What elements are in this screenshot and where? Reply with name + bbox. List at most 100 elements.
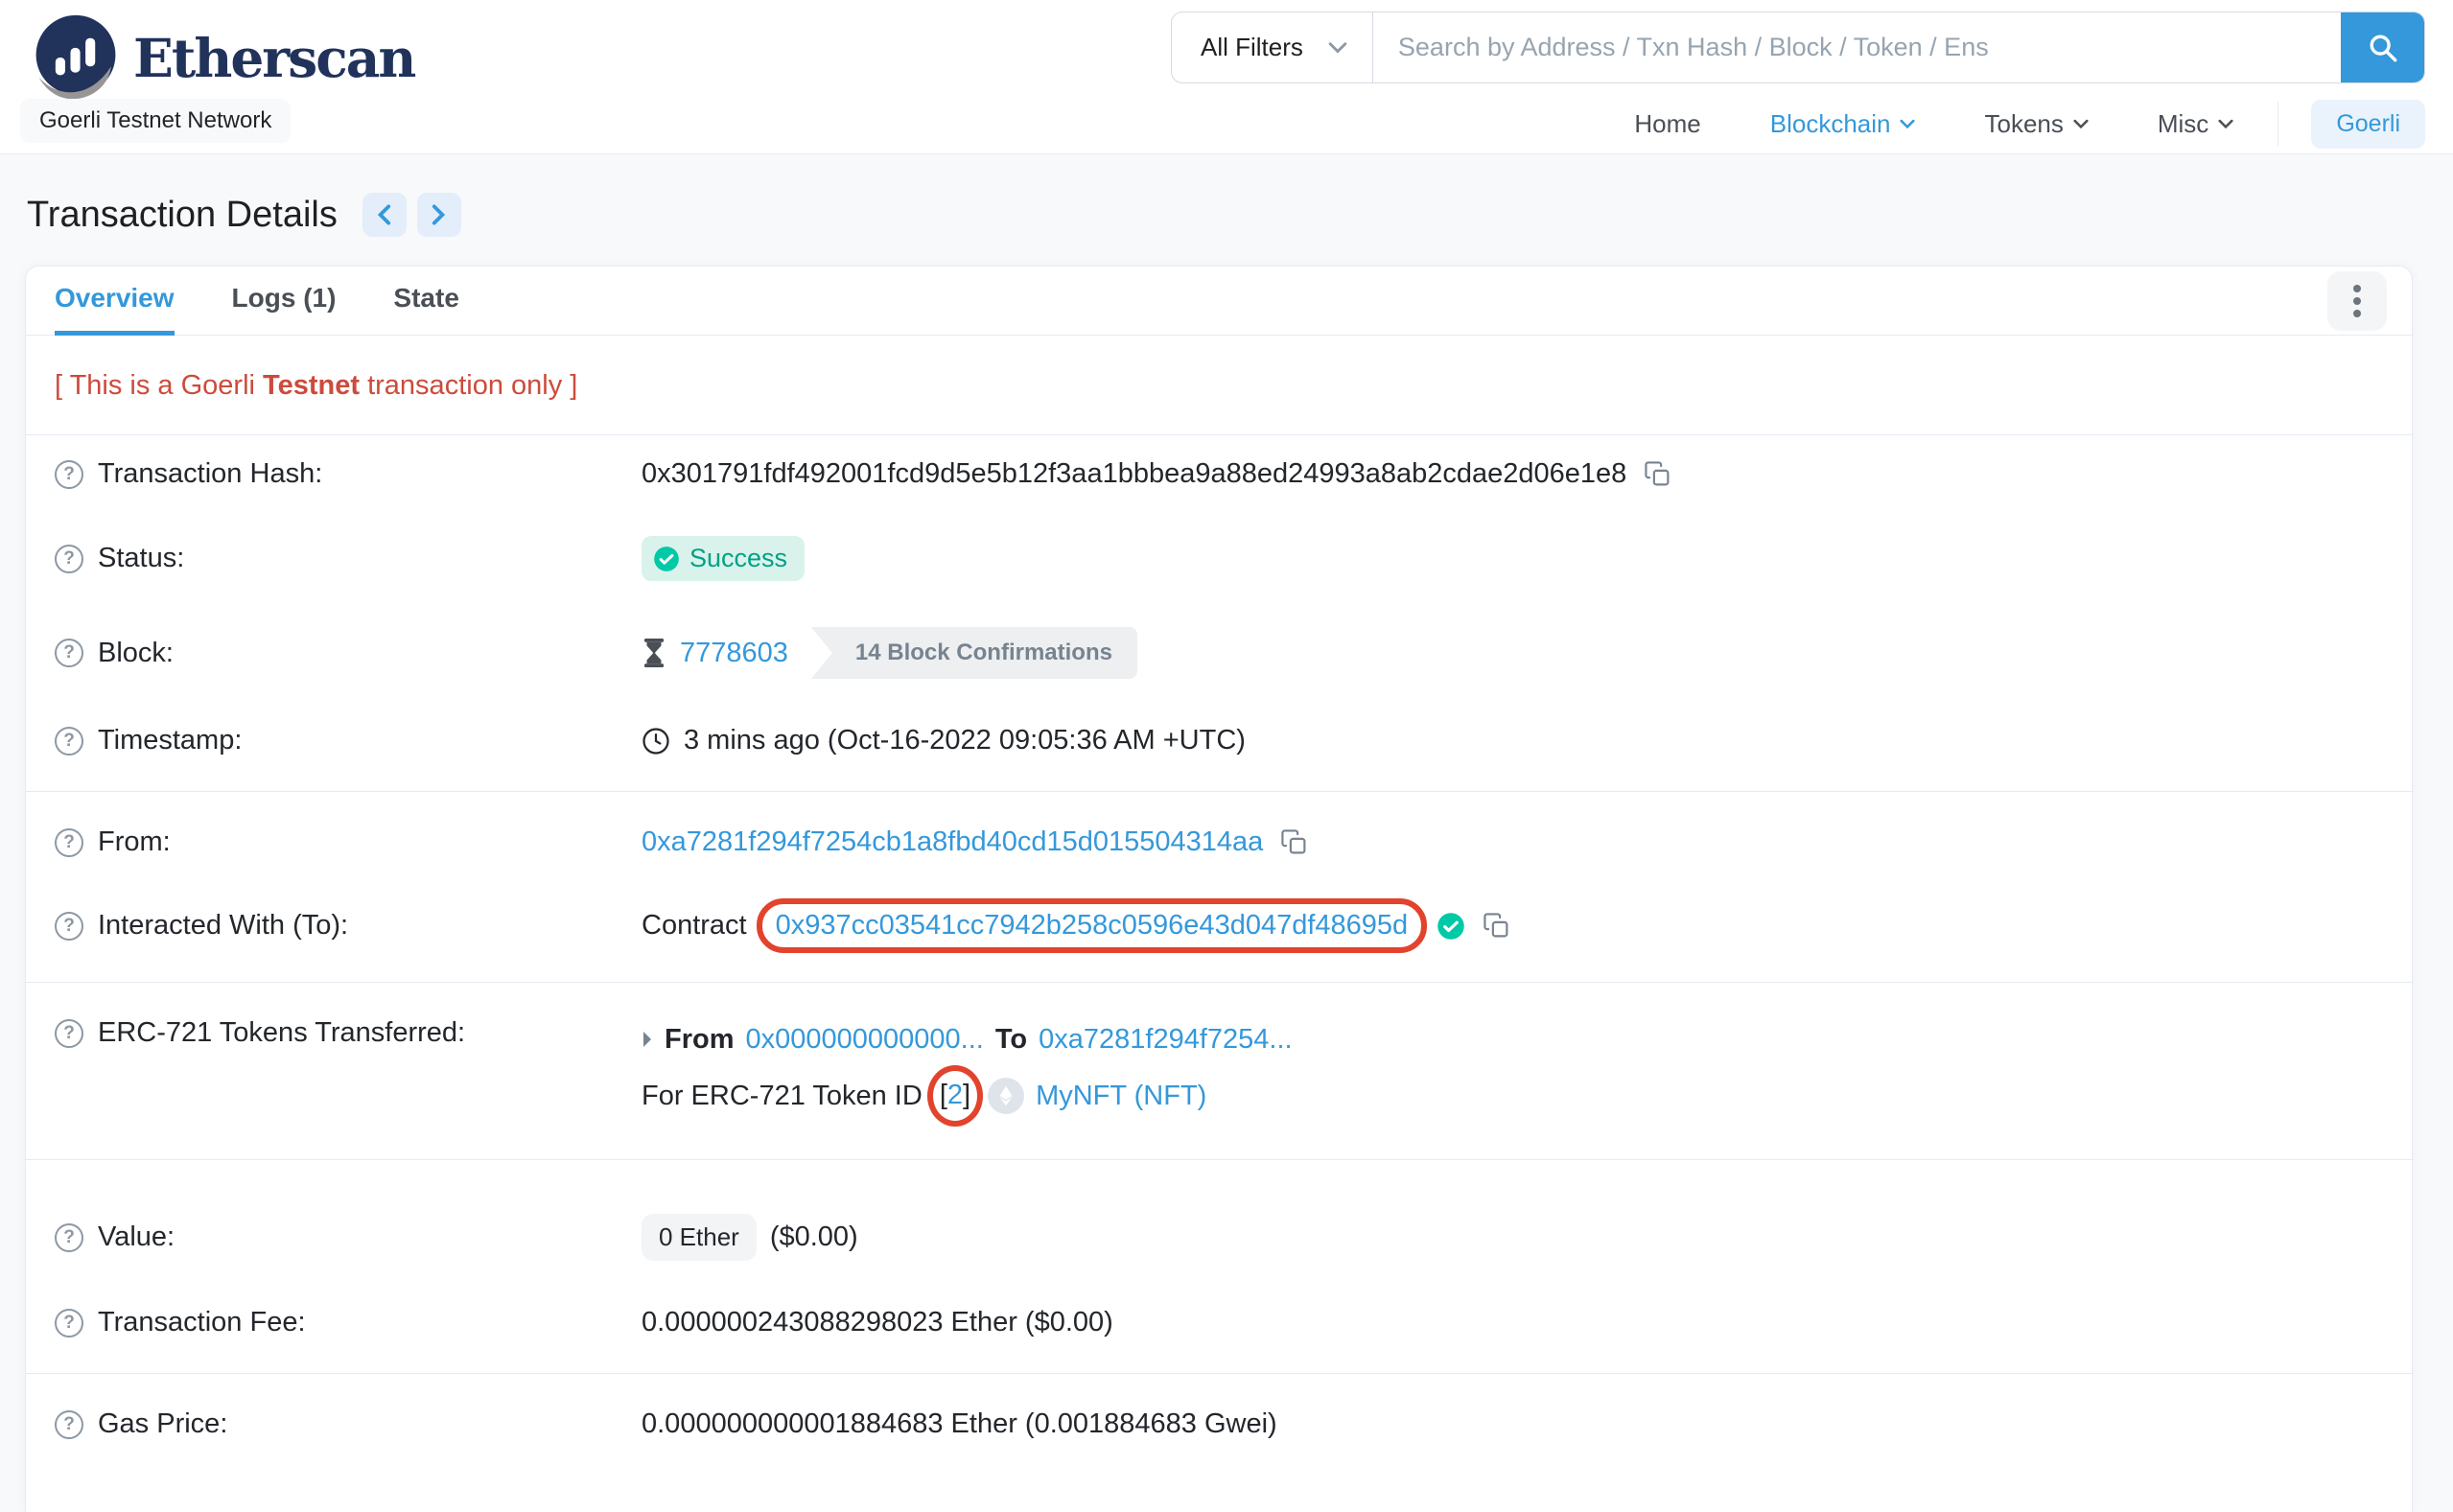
timestamp-label: Timestamp: xyxy=(98,725,243,756)
bracket-close: ] xyxy=(963,1080,971,1110)
row-interacted-with: Interacted With (To): Contract 0x937cc03… xyxy=(26,881,2412,970)
nav-item-home[interactable]: Home xyxy=(1634,109,1700,139)
erc721-from-address-link[interactable]: 0x000000000000... xyxy=(746,1017,984,1061)
row-timestamp: Timestamp: 3 mins ago (Oct-16-2022 09:05… xyxy=(26,702,2412,779)
fee-label: Transaction Fee: xyxy=(98,1307,306,1338)
txn-pager xyxy=(362,193,461,237)
section-divider xyxy=(26,791,2412,792)
erc721-token-id-prefix: For ERC-721 Token ID xyxy=(642,1081,923,1111)
nav-item-misc[interactable]: Misc xyxy=(2158,109,2233,139)
help-icon[interactable] xyxy=(55,726,83,756)
help-icon[interactable] xyxy=(55,459,83,489)
row-value: Value: 0 Ether ($0.00) xyxy=(26,1172,2412,1284)
chevron-down-icon xyxy=(2073,119,2089,128)
hourglass-icon xyxy=(644,639,664,667)
erc721-transfer-line: From 0x000000000000... To 0xa7281f294f72… xyxy=(642,1017,2383,1061)
check-circle-icon xyxy=(654,546,679,571)
help-icon[interactable] xyxy=(55,639,83,667)
block-number-link[interactable]: 7778603 xyxy=(680,638,788,669)
help-icon[interactable] xyxy=(55,1018,83,1048)
copy-icon xyxy=(1483,913,1508,938)
annotation-rect: 0x937cc03541cc7942b258c0596e43d047df4869… xyxy=(756,898,1428,953)
erc721-to-label: To xyxy=(994,1024,1028,1055)
site-header: Etherscan Goerli Testnet Network All Fil… xyxy=(0,0,2453,154)
caret-right-icon[interactable] xyxy=(642,1032,653,1047)
kebab-icon xyxy=(2353,284,2361,292)
copy-icon xyxy=(1281,829,1306,854)
notice-prefix: [ This is a Goerli xyxy=(55,370,264,401)
help-icon[interactable] xyxy=(55,544,83,573)
notice-suffix: transaction only ] xyxy=(360,370,578,401)
row-transaction-fee: Transaction Fee: 0.000000243088298023 Et… xyxy=(26,1284,2412,1361)
from-address-link[interactable]: 0xa7281f294f7254cb1a8fbd40cd15d015504314… xyxy=(642,826,1263,858)
notice-bold: Testnet xyxy=(263,370,361,401)
erc721-label: ERC-721 Tokens Transferred: xyxy=(98,1017,466,1048)
main-nav: Home Blockchain Tokens Misc Goerli xyxy=(1634,96,2425,151)
erc721-from-label: From xyxy=(665,1024,735,1055)
nav-tokens-label: Tokens xyxy=(1984,108,2064,138)
status-text: Success xyxy=(689,544,788,572)
erc721-token-line: For ERC-721 Token ID [2] MyNFT (NFT) xyxy=(642,1065,2383,1127)
status-badge: Success xyxy=(642,536,806,581)
help-icon[interactable] xyxy=(55,1222,83,1252)
tab-logs[interactable]: Logs (1) xyxy=(232,267,337,336)
search-input[interactable] xyxy=(1372,12,2341,82)
section-divider xyxy=(26,1373,2412,1374)
previous-txn-button[interactable] xyxy=(362,193,407,237)
chevron-left-icon xyxy=(378,204,391,225)
search-icon xyxy=(2370,35,2396,61)
nav-home-label: Home xyxy=(1634,108,1701,138)
search-bar: All Filters xyxy=(1171,12,2425,83)
copy-contract-address-button[interactable] xyxy=(1483,912,1510,940)
gas-price-label: Gas Price: xyxy=(98,1408,228,1439)
contract-address-link[interactable]: 0x937cc03541cc7942b258c0596e43d047df4869… xyxy=(776,910,1409,941)
chevron-down-icon xyxy=(2218,119,2233,128)
block-confirmations-badge: 14 Block Confirmations xyxy=(810,627,1137,679)
row-status: Status: Success xyxy=(26,513,2412,604)
erc721-to-address-link[interactable]: 0xa7281f294f7254... xyxy=(1039,1017,1292,1061)
row-from: From: 0xa7281f294f7254cb1a8fbd40cd15d015… xyxy=(26,803,2412,881)
contract-prefix: Contract xyxy=(642,910,747,941)
row-block: Block: 7778603 14 Block Confirmations xyxy=(26,604,2412,702)
gas-price-value: 0.000000000001884683 Ether (0.001884683 … xyxy=(642,1408,1277,1439)
ether-value-badge: 0 Ether xyxy=(642,1214,757,1261)
search-filter-label: All Filters xyxy=(1201,33,1303,61)
transaction-card: Overview Logs (1) State [ This is a Goer… xyxy=(25,266,2413,1512)
next-txn-button[interactable] xyxy=(416,193,461,237)
more-options-button[interactable] xyxy=(2327,270,2387,331)
nav-item-tokens[interactable]: Tokens xyxy=(1984,108,2089,139)
search-filter-dropdown[interactable]: All Filters xyxy=(1172,12,1373,82)
token-name-link[interactable]: MyNFT (NFT) xyxy=(1036,1074,1206,1118)
value-label: Value: xyxy=(98,1221,175,1252)
section-divider xyxy=(26,982,2412,983)
testnet-notice: [ This is a Goerli Testnet transaction o… xyxy=(26,336,2412,435)
interacted-with-label: Interacted With (To): xyxy=(98,910,349,941)
verified-check-icon xyxy=(1437,912,1464,940)
page-head: Transaction Details xyxy=(0,154,2453,266)
tab-overview[interactable]: Overview xyxy=(55,267,175,336)
brand[interactable]: Etherscan xyxy=(32,13,416,102)
token-id-link[interactable]: 2 xyxy=(947,1080,963,1110)
copy-icon xyxy=(1645,461,1670,486)
chevron-right-icon xyxy=(432,204,446,225)
from-label: From: xyxy=(98,826,171,857)
row-erc721-transfers: ERC-721 Tokens Transferred: From 0x00000… xyxy=(26,994,2412,1148)
copy-from-address-button[interactable] xyxy=(1280,828,1308,856)
status-label: Status: xyxy=(98,543,185,573)
chevron-down-icon xyxy=(1900,119,1916,128)
tab-bar: Overview Logs (1) State xyxy=(26,267,2412,336)
token-logo-icon xyxy=(988,1078,1025,1114)
help-icon[interactable] xyxy=(55,827,83,857)
block-label: Block: xyxy=(98,637,174,668)
network-switcher-button[interactable]: Goerli xyxy=(2311,99,2425,149)
section-divider xyxy=(26,1159,2412,1160)
help-icon[interactable] xyxy=(55,1409,83,1439)
copy-txn-hash-button[interactable] xyxy=(1644,460,1671,488)
help-icon[interactable] xyxy=(55,911,83,941)
tab-state[interactable]: State xyxy=(393,267,458,336)
clock-icon xyxy=(642,727,669,755)
help-icon[interactable] xyxy=(55,1308,83,1338)
search-button[interactable] xyxy=(2341,12,2424,82)
bracket-open: [ xyxy=(939,1080,947,1110)
nav-item-blockchain[interactable]: Blockchain xyxy=(1770,109,1916,139)
